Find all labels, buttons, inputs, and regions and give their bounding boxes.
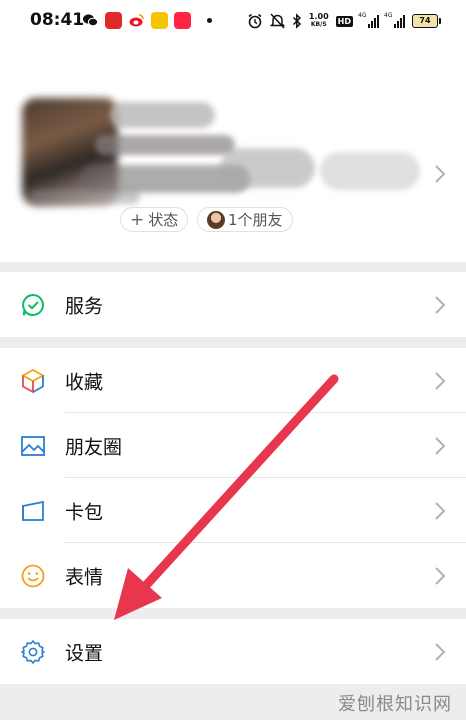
battery-icon: 74 bbox=[412, 14, 441, 28]
mute-bell-icon bbox=[269, 13, 285, 29]
menu-item-stickers[interactable]: 表情 bbox=[0, 543, 466, 608]
chevron-right-icon bbox=[435, 566, 446, 585]
chevron-right-icon bbox=[435, 642, 446, 661]
profile-name-redacted bbox=[95, 135, 235, 155]
menu-item-favorites[interactable]: 收藏 bbox=[0, 348, 466, 413]
service-label: 服务 bbox=[65, 295, 104, 317]
smiley-face-icon bbox=[21, 564, 45, 587]
chevron-right-icon bbox=[435, 436, 446, 455]
signal-icon: 4G bbox=[358, 12, 379, 28]
settings-label: 设置 bbox=[65, 642, 104, 664]
add-status-label: 状态 bbox=[148, 211, 179, 229]
stickers-label: 表情 bbox=[65, 566, 104, 588]
cards-label: 卡包 bbox=[65, 501, 104, 523]
moments-picture-icon bbox=[21, 435, 45, 456]
menu-item-moments[interactable]: 朋友圈 bbox=[0, 413, 466, 478]
card-wallet-icon bbox=[22, 500, 44, 521]
add-status-button[interactable]: + 状态 bbox=[120, 207, 189, 232]
settings-group: 设置 bbox=[0, 619, 466, 684]
service-group: 服务 bbox=[0, 272, 466, 337]
app-red-icon bbox=[105, 11, 122, 29]
profile-header[interactable]: + 状态 1个朋友 bbox=[0, 40, 466, 262]
chevron-right-icon bbox=[435, 295, 446, 314]
friends-status-label: 1个朋友 bbox=[228, 211, 283, 229]
watermark-text: 爱刨根知识网 bbox=[338, 694, 452, 715]
status-indicators: 1.00 KB/S HD 4G 4G 74 bbox=[247, 11, 441, 31]
status-time: 08:41 bbox=[30, 10, 85, 30]
menu-item-cards[interactable]: 卡包 bbox=[0, 478, 466, 543]
status-app-icons bbox=[82, 11, 212, 29]
signal-1-label: 4G bbox=[358, 11, 367, 19]
app-yellow-icon bbox=[151, 11, 168, 29]
xiaohongshu-icon bbox=[174, 11, 191, 29]
profile-id-redacted bbox=[220, 148, 315, 188]
signal-icon: 4G bbox=[384, 12, 405, 28]
hd-badge: HD bbox=[335, 15, 353, 27]
favorites-label: 收藏 bbox=[65, 371, 104, 393]
menu-item-service[interactable]: 服务 bbox=[0, 272, 466, 337]
chevron-right-icon bbox=[435, 371, 446, 390]
favorites-cube-icon bbox=[21, 368, 45, 394]
notification-dot bbox=[207, 17, 212, 23]
network-speed-value: 1.00 bbox=[308, 12, 329, 21]
chevron-right-icon bbox=[435, 501, 446, 520]
gear-icon bbox=[21, 639, 45, 664]
wechat-icon bbox=[82, 12, 99, 29]
status-bar: 08:41 1.00 KB/S HD 4G 4G 74 bbox=[0, 0, 466, 40]
signal-2-label: 4G bbox=[384, 11, 393, 19]
bluetooth-icon bbox=[292, 13, 301, 29]
moments-label: 朋友圈 bbox=[65, 436, 123, 458]
weibo-icon bbox=[128, 11, 145, 29]
chevron-right-icon bbox=[435, 165, 446, 183]
alarm-icon bbox=[248, 13, 262, 29]
plus-icon: + bbox=[130, 210, 145, 230]
network-speed-unit: KB/S bbox=[310, 21, 327, 28]
profile-id-redacted bbox=[30, 190, 140, 204]
network-speed: 1.00 KB/S bbox=[309, 13, 329, 29]
friend-avatar bbox=[207, 211, 225, 229]
profile-id-redacted bbox=[320, 152, 420, 190]
menu-item-settings[interactable]: 设置 bbox=[0, 619, 466, 684]
friends-status-button[interactable]: 1个朋友 bbox=[197, 207, 293, 232]
profile-name-redacted bbox=[110, 102, 215, 128]
service-icon bbox=[22, 293, 44, 316]
features-group: 收藏 朋友圈 卡包 表情 bbox=[0, 348, 466, 608]
